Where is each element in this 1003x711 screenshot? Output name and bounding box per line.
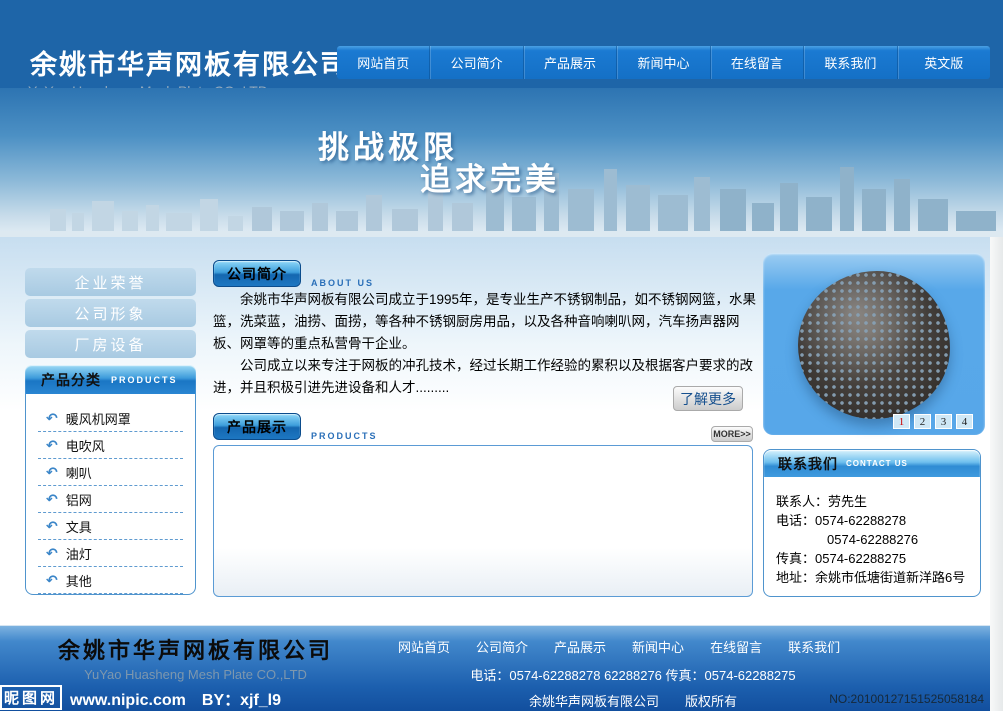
nav-item-home[interactable]: 网站首页 <box>337 46 429 79</box>
intro-paragraph-1: 余姚市华声网板有限公司成立于1995年，是专业生产不锈钢制品，如不锈钢网篮，水果… <box>213 289 760 355</box>
slider-page-4[interactable]: 4 <box>956 414 973 429</box>
category-item[interactable]: ↶ 其他 <box>38 568 183 594</box>
product-category-title-en: PRODUCTS <box>111 375 178 385</box>
footer-serial-number: NO:20100127151525058184 <box>829 692 984 706</box>
nav-item-contact[interactable]: 联系我们 <box>803 46 896 79</box>
nav-item-products[interactable]: 产品展示 <box>523 46 616 79</box>
sidebar-button-honors[interactable]: 企业荣誉 <box>25 268 196 296</box>
header: 余姚市华声网板有限公司 YuYao Huasheng Mesh Plate CO… <box>0 0 1003 88</box>
footer-logo-block: 余姚市华声网板有限公司 YuYao Huasheng Mesh Plate CO… <box>28 633 363 682</box>
products-tab-button[interactable]: 产品展示 <box>213 413 301 440</box>
products-more-button[interactable]: MORE>> <box>711 426 753 442</box>
page-right-edge <box>990 237 1003 711</box>
banner-slogan-2: 追求完美 <box>420 154 560 199</box>
nav-item-news[interactable]: 新闻中心 <box>616 46 709 79</box>
watermark: 昵图网 www.nipic.com BY：xjf_l9 <box>0 685 360 710</box>
category-label: 铝网 <box>66 490 92 509</box>
slider-page-2[interactable]: 2 <box>914 414 931 429</box>
footer-nav-contact[interactable]: 联系我们 <box>788 637 840 656</box>
slider-pagination: 1 2 3 4 <box>893 414 973 429</box>
company-intro-text: 余姚市华声网板有限公司成立于1995年，是专业生产不锈钢制品，如不锈钢网篮，水果… <box>213 289 760 399</box>
footer: 余姚市华声网板有限公司 YuYao Huasheng Mesh Plate CO… <box>0 625 990 711</box>
category-label: 电吹风 <box>66 436 105 455</box>
contact-title-en: CONTACT US <box>846 459 908 468</box>
footer-nav: 网站首页 公司简介 产品展示 新闻中心 在线留言 联系我们 <box>398 637 868 656</box>
category-label: 暖风机网罩 <box>66 409 131 428</box>
category-item[interactable]: ↶ 文具 <box>38 514 183 540</box>
nipic-logo: 昵图网 <box>0 685 62 710</box>
mesh-sphere-product-image <box>798 271 950 419</box>
sidebar-button-factory[interactable]: 厂房设备 <box>25 330 196 358</box>
curved-arrow-icon: ↶ <box>46 518 58 535</box>
company-name: 余姚市华声网板有限公司 <box>30 43 349 82</box>
sidebar-button-image[interactable]: 公司形象 <box>25 299 196 327</box>
footer-nav-products[interactable]: 产品展示 <box>554 637 606 656</box>
contact-panel: 联系我们 CONTACT US 联系人：劳先生 电话：0574-62288278… <box>763 449 981 597</box>
category-label: 文具 <box>66 517 92 536</box>
watermark-text: www.nipic.com BY：xjf_l9 <box>70 686 281 710</box>
footer-phone-line: 电话：0574-62288278 62288276 传真：0574-622882… <box>398 665 868 684</box>
category-label: 油灯 <box>66 544 92 563</box>
category-item[interactable]: ↶ 电吹风 <box>38 433 183 459</box>
footer-nav-about[interactable]: 公司简介 <box>476 637 528 656</box>
products-section-subtitle: PRODUCTS <box>311 431 378 441</box>
product-image-slider: 1 2 3 4 <box>763 253 985 435</box>
product-category-title: 产品分类 <box>41 370 101 390</box>
footer-company-name: 余姚市华声网板有限公司 <box>28 633 363 665</box>
footer-nav-message[interactable]: 在线留言 <box>710 637 762 656</box>
category-label: 喇叭 <box>66 463 92 482</box>
banner: 挑战极限 追求完美 <box>0 88 1003 237</box>
category-item[interactable]: ↶ 喇叭 <box>38 460 183 486</box>
category-item[interactable]: ↶ 铝网 <box>38 487 183 513</box>
main-nav: 网站首页 公司简介 产品展示 新闻中心 在线留言 联系我们 英文版 <box>337 46 990 79</box>
product-category-list: ↶ 暖风机网罩 ↶ 电吹风 ↶ 喇叭 ↶ 铝网 ↶ 文具 ↶ 油灯 ↶ 其他 <box>25 394 196 595</box>
learn-more-button[interactable]: 了解更多 <box>673 386 743 411</box>
footer-nav-news[interactable]: 新闻中心 <box>632 637 684 656</box>
curved-arrow-icon: ↶ <box>46 437 58 454</box>
product-category-header: 产品分类 PRODUCTS <box>25 365 196 394</box>
about-tab-button[interactable]: 公司简介 <box>213 260 301 287</box>
main-content: 企业荣誉 公司形象 厂房设备 产品分类 PRODUCTS ↶ 暖风机网罩 ↶ 电… <box>0 237 990 625</box>
nav-item-about[interactable]: 公司简介 <box>429 46 522 79</box>
contact-fax: 传真：0574-62288275 <box>776 549 980 568</box>
slider-page-3[interactable]: 3 <box>935 414 952 429</box>
about-section-subtitle: ABOUT US <box>311 278 374 288</box>
category-item[interactable]: ↶ 油灯 <box>38 541 183 567</box>
contact-person: 联系人：劳先生 <box>776 492 980 511</box>
nav-item-english[interactable]: 英文版 <box>897 46 990 79</box>
products-display-box <box>213 445 753 597</box>
category-label: 其他 <box>66 571 92 590</box>
footer-company-name-en: YuYao Huasheng Mesh Plate CO.,LTD <box>28 667 363 682</box>
contact-address: 地址：余姚市低塘街道新洋路6号 <box>776 568 980 587</box>
nav-item-message[interactable]: 在线留言 <box>710 46 803 79</box>
footer-nav-home[interactable]: 网站首页 <box>398 637 450 656</box>
slider-page-1[interactable]: 1 <box>893 414 910 429</box>
category-item[interactable]: ↶ 暖风机网罩 <box>38 406 183 432</box>
contact-phone-1: 电话：0574-62288278 <box>776 511 980 530</box>
contact-title: 联系我们 <box>778 454 838 474</box>
contact-panel-header: 联系我们 CONTACT US <box>764 450 980 477</box>
curved-arrow-icon: ↶ <box>46 545 58 562</box>
contact-info: 联系人：劳先生 电话：0574-62288278 0574-62288276 传… <box>764 477 980 587</box>
curved-arrow-icon: ↶ <box>46 464 58 481</box>
contact-phone-2: 0574-62288276 <box>776 530 980 549</box>
footer-links-block: 网站首页 公司简介 产品展示 新闻中心 在线留言 联系我们 电话：0574-62… <box>398 637 868 710</box>
curved-arrow-icon: ↶ <box>46 572 58 589</box>
curved-arrow-icon: ↶ <box>46 491 58 508</box>
curved-arrow-icon: ↶ <box>46 410 58 427</box>
footer-copyright: 余姚华声网板有限公司 版权所有 <box>398 691 868 710</box>
